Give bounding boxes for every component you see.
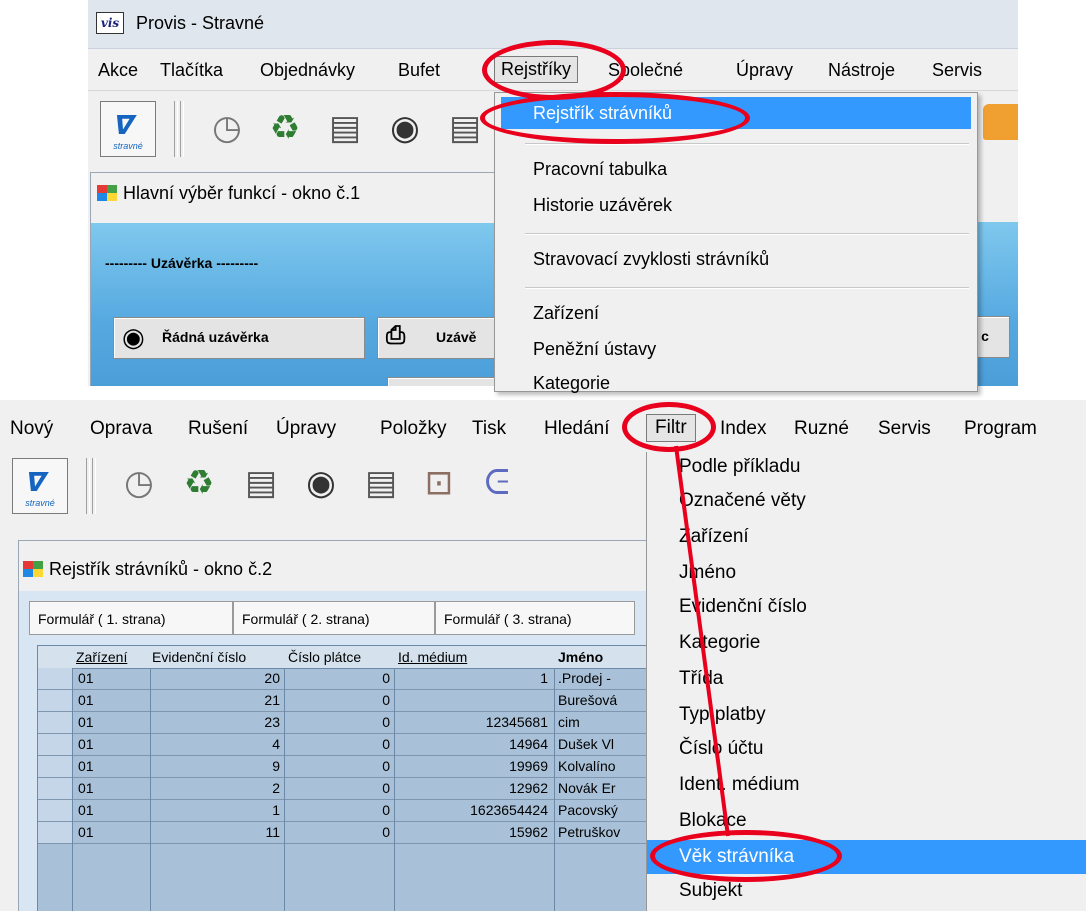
annotation-arrow [674,445,730,837]
